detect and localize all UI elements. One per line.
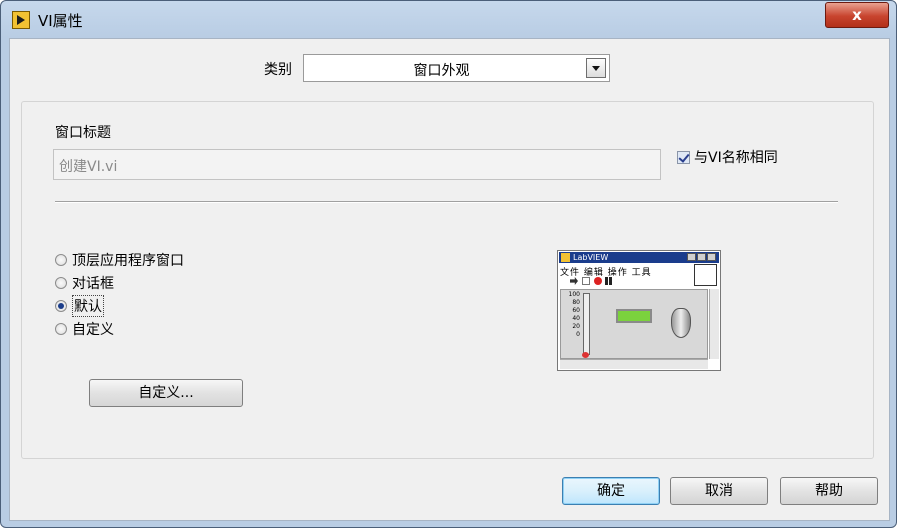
category-dropdown[interactable]: 窗口外观 [303, 54, 610, 82]
maximize-icon [697, 253, 706, 261]
window-title-input[interactable]: 创建VI.vi [53, 149, 661, 180]
scale-tick: 100 [568, 291, 580, 298]
radio-icon[interactable] [55, 322, 67, 335]
category-value: 窗口外观 [413, 63, 470, 79]
window-title: VI属性 [38, 12, 83, 30]
preview-scale: 100 80 60 40 20 0 [564, 291, 580, 339]
run-continuously-icon [582, 277, 590, 285]
labview-app-icon [12, 11, 30, 29]
same-as-vi-name-label: 与VI名称相同 [694, 150, 778, 166]
radio-label: 对话框 [72, 275, 114, 292]
vi-connector-icon [694, 264, 717, 286]
same-as-vi-name-checkbox[interactable]: 与VI名称相同 [677, 147, 778, 167]
scale-tick: 0 [576, 331, 580, 338]
customize-button[interactable]: 自定义... [89, 379, 243, 407]
close-icon [707, 253, 716, 261]
radio-icon[interactable] [55, 276, 67, 289]
pause-icon [605, 277, 612, 285]
run-arrow-icon [570, 277, 578, 285]
radio-label: 自定义 [72, 321, 114, 338]
window-title-label: 窗口标题 [55, 125, 111, 141]
toggle-switch-icon [671, 308, 691, 338]
radio-selected-icon[interactable] [55, 299, 67, 312]
close-button[interactable]: x [825, 2, 889, 28]
preview-front-panel: 100 80 60 40 20 0 [560, 289, 708, 359]
thermometer-bulb [582, 352, 589, 358]
thermometer-icon [583, 293, 590, 355]
ok-button[interactable]: 确定 [562, 477, 660, 505]
radio-custom[interactable]: 自定义 [55, 317, 184, 340]
preview-title-bar: LabVIEW [559, 252, 719, 263]
scale-tick: 60 [572, 307, 580, 314]
radio-label: 顶层应用程序窗口 [72, 252, 184, 269]
preview-horizontal-scrollbar [560, 359, 708, 369]
section-divider [55, 201, 838, 203]
preview-title: LabVIEW [573, 253, 609, 262]
radio-dialog[interactable]: 对话框 [55, 271, 184, 294]
minimize-icon [687, 253, 696, 261]
radio-label: 默认 [72, 294, 104, 317]
radio-default[interactable]: 默认 [55, 294, 184, 317]
labview-icon [561, 253, 570, 262]
window-appearance-panel: 窗口标题 创建VI.vi 与VI名称相同 顶层应用程序窗口 对话框 默认 自定义… [21, 101, 874, 459]
scale-tick: 20 [572, 323, 580, 330]
preview-vertical-scrollbar [709, 289, 719, 359]
dialog-client-area: 类别 窗口外观 窗口标题 创建VI.vi 与VI名称相同 顶层应用程序窗口 对话… [9, 38, 890, 521]
abort-icon [594, 277, 602, 285]
led-indicator-icon [616, 309, 652, 323]
title-bar[interactable]: VI属性 x [1, 1, 896, 38]
chevron-down-icon[interactable] [586, 58, 606, 78]
checkbox-checked-icon[interactable] [677, 150, 690, 164]
cancel-button[interactable]: 取消 [670, 477, 768, 505]
preview-toolbar [570, 276, 680, 286]
scale-tick: 80 [572, 299, 580, 306]
radio-top-level-window[interactable]: 顶层应用程序窗口 [55, 248, 184, 271]
category-label: 类别 [264, 62, 292, 78]
help-button[interactable]: 帮助 [780, 477, 878, 505]
window-preview-image: LabVIEW 文件 编辑 操作 工具 100 80 60 40 20 0 [557, 250, 721, 371]
dialog-window: VI属性 x 类别 窗口外观 窗口标题 创建VI.vi 与VI名称相同 顶层应用… [0, 0, 897, 528]
appearance-radio-group: 顶层应用程序窗口 对话框 默认 自定义 [55, 248, 184, 340]
scale-tick: 40 [572, 315, 580, 322]
radio-icon[interactable] [55, 253, 67, 266]
